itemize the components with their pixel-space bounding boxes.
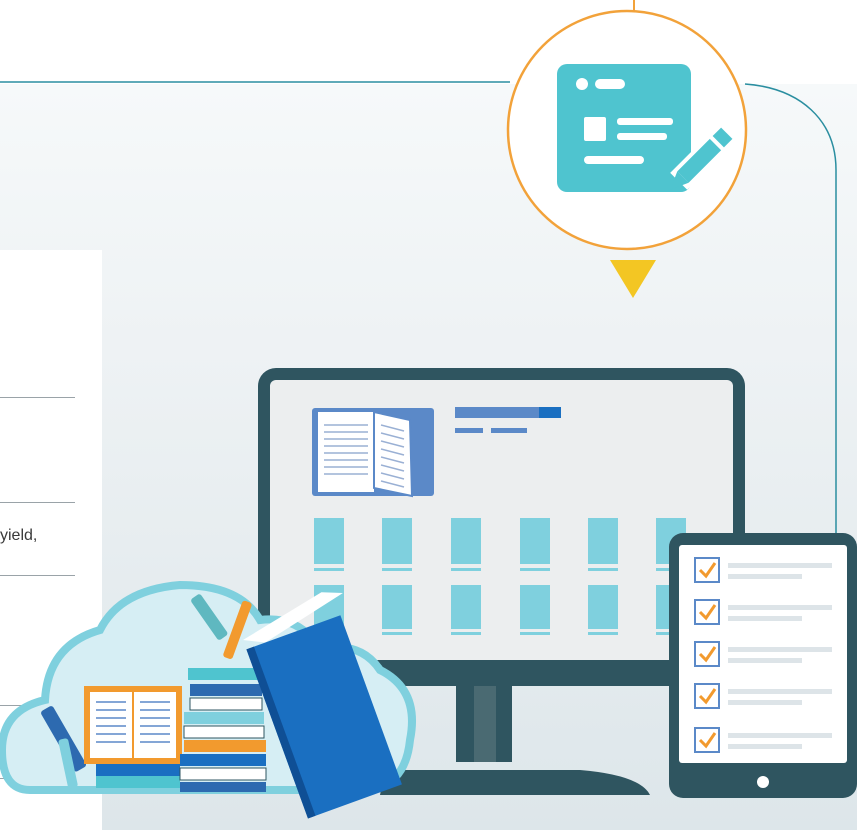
form-edit-icon bbox=[506, 9, 748, 251]
tablet bbox=[669, 533, 857, 798]
triangle-down-icon bbox=[610, 260, 656, 298]
book-icon bbox=[312, 408, 434, 498]
illustration bbox=[0, 0, 857, 819]
